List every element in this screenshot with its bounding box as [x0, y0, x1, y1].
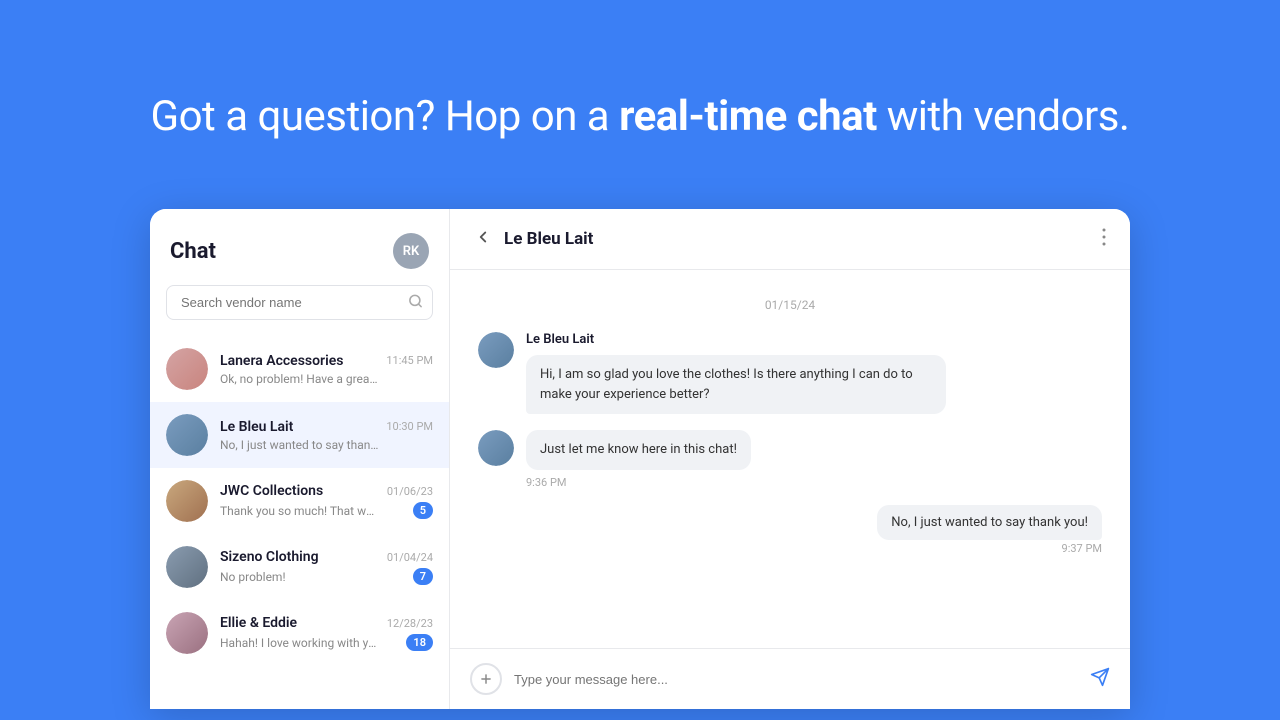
user-avatar[interactable]: RK: [393, 233, 429, 269]
chat-list-item-ellie[interactable]: Ellie & Eddie 12/28/23 Hahah! I love wor…: [150, 600, 449, 666]
send-icon[interactable]: [1090, 667, 1110, 692]
chat-time-sizeno: 01/04/24: [387, 551, 433, 564]
chat-preview-jwc: Thank you so much! That was very helpful…: [220, 504, 380, 518]
search-bar[interactable]: [166, 285, 433, 320]
msg-time-m3: 9:37 PM: [1062, 542, 1102, 555]
msg-content-m2: Just let me know here in this chat! 9:36 …: [526, 430, 751, 489]
chat-avatar-sizeno: [166, 546, 208, 588]
chat-title: Chat: [170, 239, 216, 264]
chat-badge-jwc: 5: [413, 502, 433, 519]
chat-time-ellie: 12/28/23: [387, 617, 433, 630]
hero-title-prefix: Got a question? Hop on a: [151, 92, 610, 141]
chat-list-item-jwc[interactable]: JWC Collections 01/06/23 Thank you so mu…: [150, 468, 449, 534]
chat-preview-lebleu: No, I just wanted to say thank you!: [220, 438, 380, 452]
chat-list: Lanera Accessories 11:45 PM Ok, no probl…: [150, 336, 449, 709]
msg-time-m2: 9:36 PM: [526, 476, 751, 489]
message-input[interactable]: [514, 672, 1078, 687]
date-divider: 01/15/24: [478, 298, 1102, 312]
chat-list-item-lanera[interactable]: Lanera Accessories 11:45 PM Ok, no probl…: [150, 336, 449, 402]
chat-avatar-lebleu: [166, 414, 208, 456]
chat-badge-sizeno: 7: [413, 568, 433, 585]
msg-bubble-m1-0: Hi, I am so glad you love the clothes! I…: [526, 355, 946, 414]
message-right-m3: No, I just wanted to say thank you! 9:37 …: [478, 505, 1102, 555]
chat-list-item-sizeno[interactable]: Sizeno Clothing 01/04/24 No problem! 7: [150, 534, 449, 600]
hero-title-bold: real-time chat: [619, 92, 877, 141]
chat-info-jwc: JWC Collections 01/06/23 Thank you so mu…: [220, 483, 433, 519]
chat-avatar-ellie: [166, 612, 208, 654]
msg-bubble-m2-0: Just let me know here in this chat!: [526, 430, 751, 470]
chat-time-jwc: 01/06/23: [387, 485, 433, 498]
chat-name-ellie: Ellie & Eddie: [220, 615, 297, 631]
chat-input-bar: [450, 648, 1130, 709]
attach-button[interactable]: [470, 663, 502, 695]
chat-name-sizeno: Sizeno Clothing: [220, 549, 319, 565]
chat-name-lanera: Lanera Accessories: [220, 353, 343, 369]
chat-list-item-lebleu[interactable]: Le Bleu Lait 10:30 PM No, I just wanted …: [150, 402, 449, 468]
hero-title-suffix: with vendors.: [887, 92, 1130, 141]
chat-info-sizeno: Sizeno Clothing 01/04/24 No problem! 7: [220, 549, 433, 585]
back-icon[interactable]: [474, 228, 492, 251]
messages-area: 01/15/24 Le Bleu Lait Hi, I am so glad you…: [450, 270, 1130, 648]
message-group-m1: Le Bleu Lait Hi, I am so glad you love th…: [478, 332, 1102, 414]
search-icon: [408, 293, 423, 312]
msg-avatar-m2: [478, 430, 514, 466]
hero-title: Got a question? Hop on a real-time chat …: [151, 92, 1130, 141]
chat-list-header: Chat RK: [150, 209, 449, 285]
chat-detail-name: Le Bleu Lait: [504, 229, 1090, 249]
chat-preview-ellie: Hahah! I love working with you Sasha!: [220, 636, 380, 650]
hero-section: Got a question? Hop on a real-time chat …: [151, 0, 1130, 209]
message-group-m2: Just let me know here in this chat! 9:36 …: [478, 430, 1102, 489]
chat-preview-sizeno: No problem!: [220, 570, 286, 584]
chat-avatar-jwc: [166, 480, 208, 522]
app-window: Chat RK Lanera Accessories 11:45 PM Ok,: [150, 209, 1130, 709]
chat-badge-ellie: 18: [406, 634, 433, 651]
msg-content-m1: Le Bleu Lait Hi, I am so glad you love th…: [526, 332, 946, 414]
msg-sender-name-m1: Le Bleu Lait: [526, 332, 946, 347]
chat-name-lebleu: Le Bleu Lait: [220, 419, 293, 435]
chat-list-panel: Chat RK Lanera Accessories 11:45 PM Ok,: [150, 209, 450, 709]
chat-preview-lanera: Ok, no problem! Have a great day!: [220, 372, 380, 386]
chat-info-lanera: Lanera Accessories 11:45 PM Ok, no probl…: [220, 353, 433, 386]
chat-name-jwc: JWC Collections: [220, 483, 323, 499]
chat-avatar-lanera: [166, 348, 208, 390]
chat-time-lanera: 11:45 PM: [386, 354, 433, 367]
more-options-icon[interactable]: [1102, 227, 1106, 251]
chat-detail-panel: Le Bleu Lait 01/15/24 Le Bleu Lait Hi, I a…: [450, 209, 1130, 709]
chat-time-lebleu: 10:30 PM: [386, 420, 433, 433]
chat-info-ellie: Ellie & Eddie 12/28/23 Hahah! I love wor…: [220, 615, 433, 651]
chat-detail-header: Le Bleu Lait: [450, 209, 1130, 270]
msg-avatar-m1: [478, 332, 514, 368]
chat-info-lebleu: Le Bleu Lait 10:30 PM No, I just wanted …: [220, 419, 433, 452]
msg-bubble-right-m3-0: No, I just wanted to say thank you!: [877, 505, 1102, 540]
search-input[interactable]: [166, 285, 433, 320]
